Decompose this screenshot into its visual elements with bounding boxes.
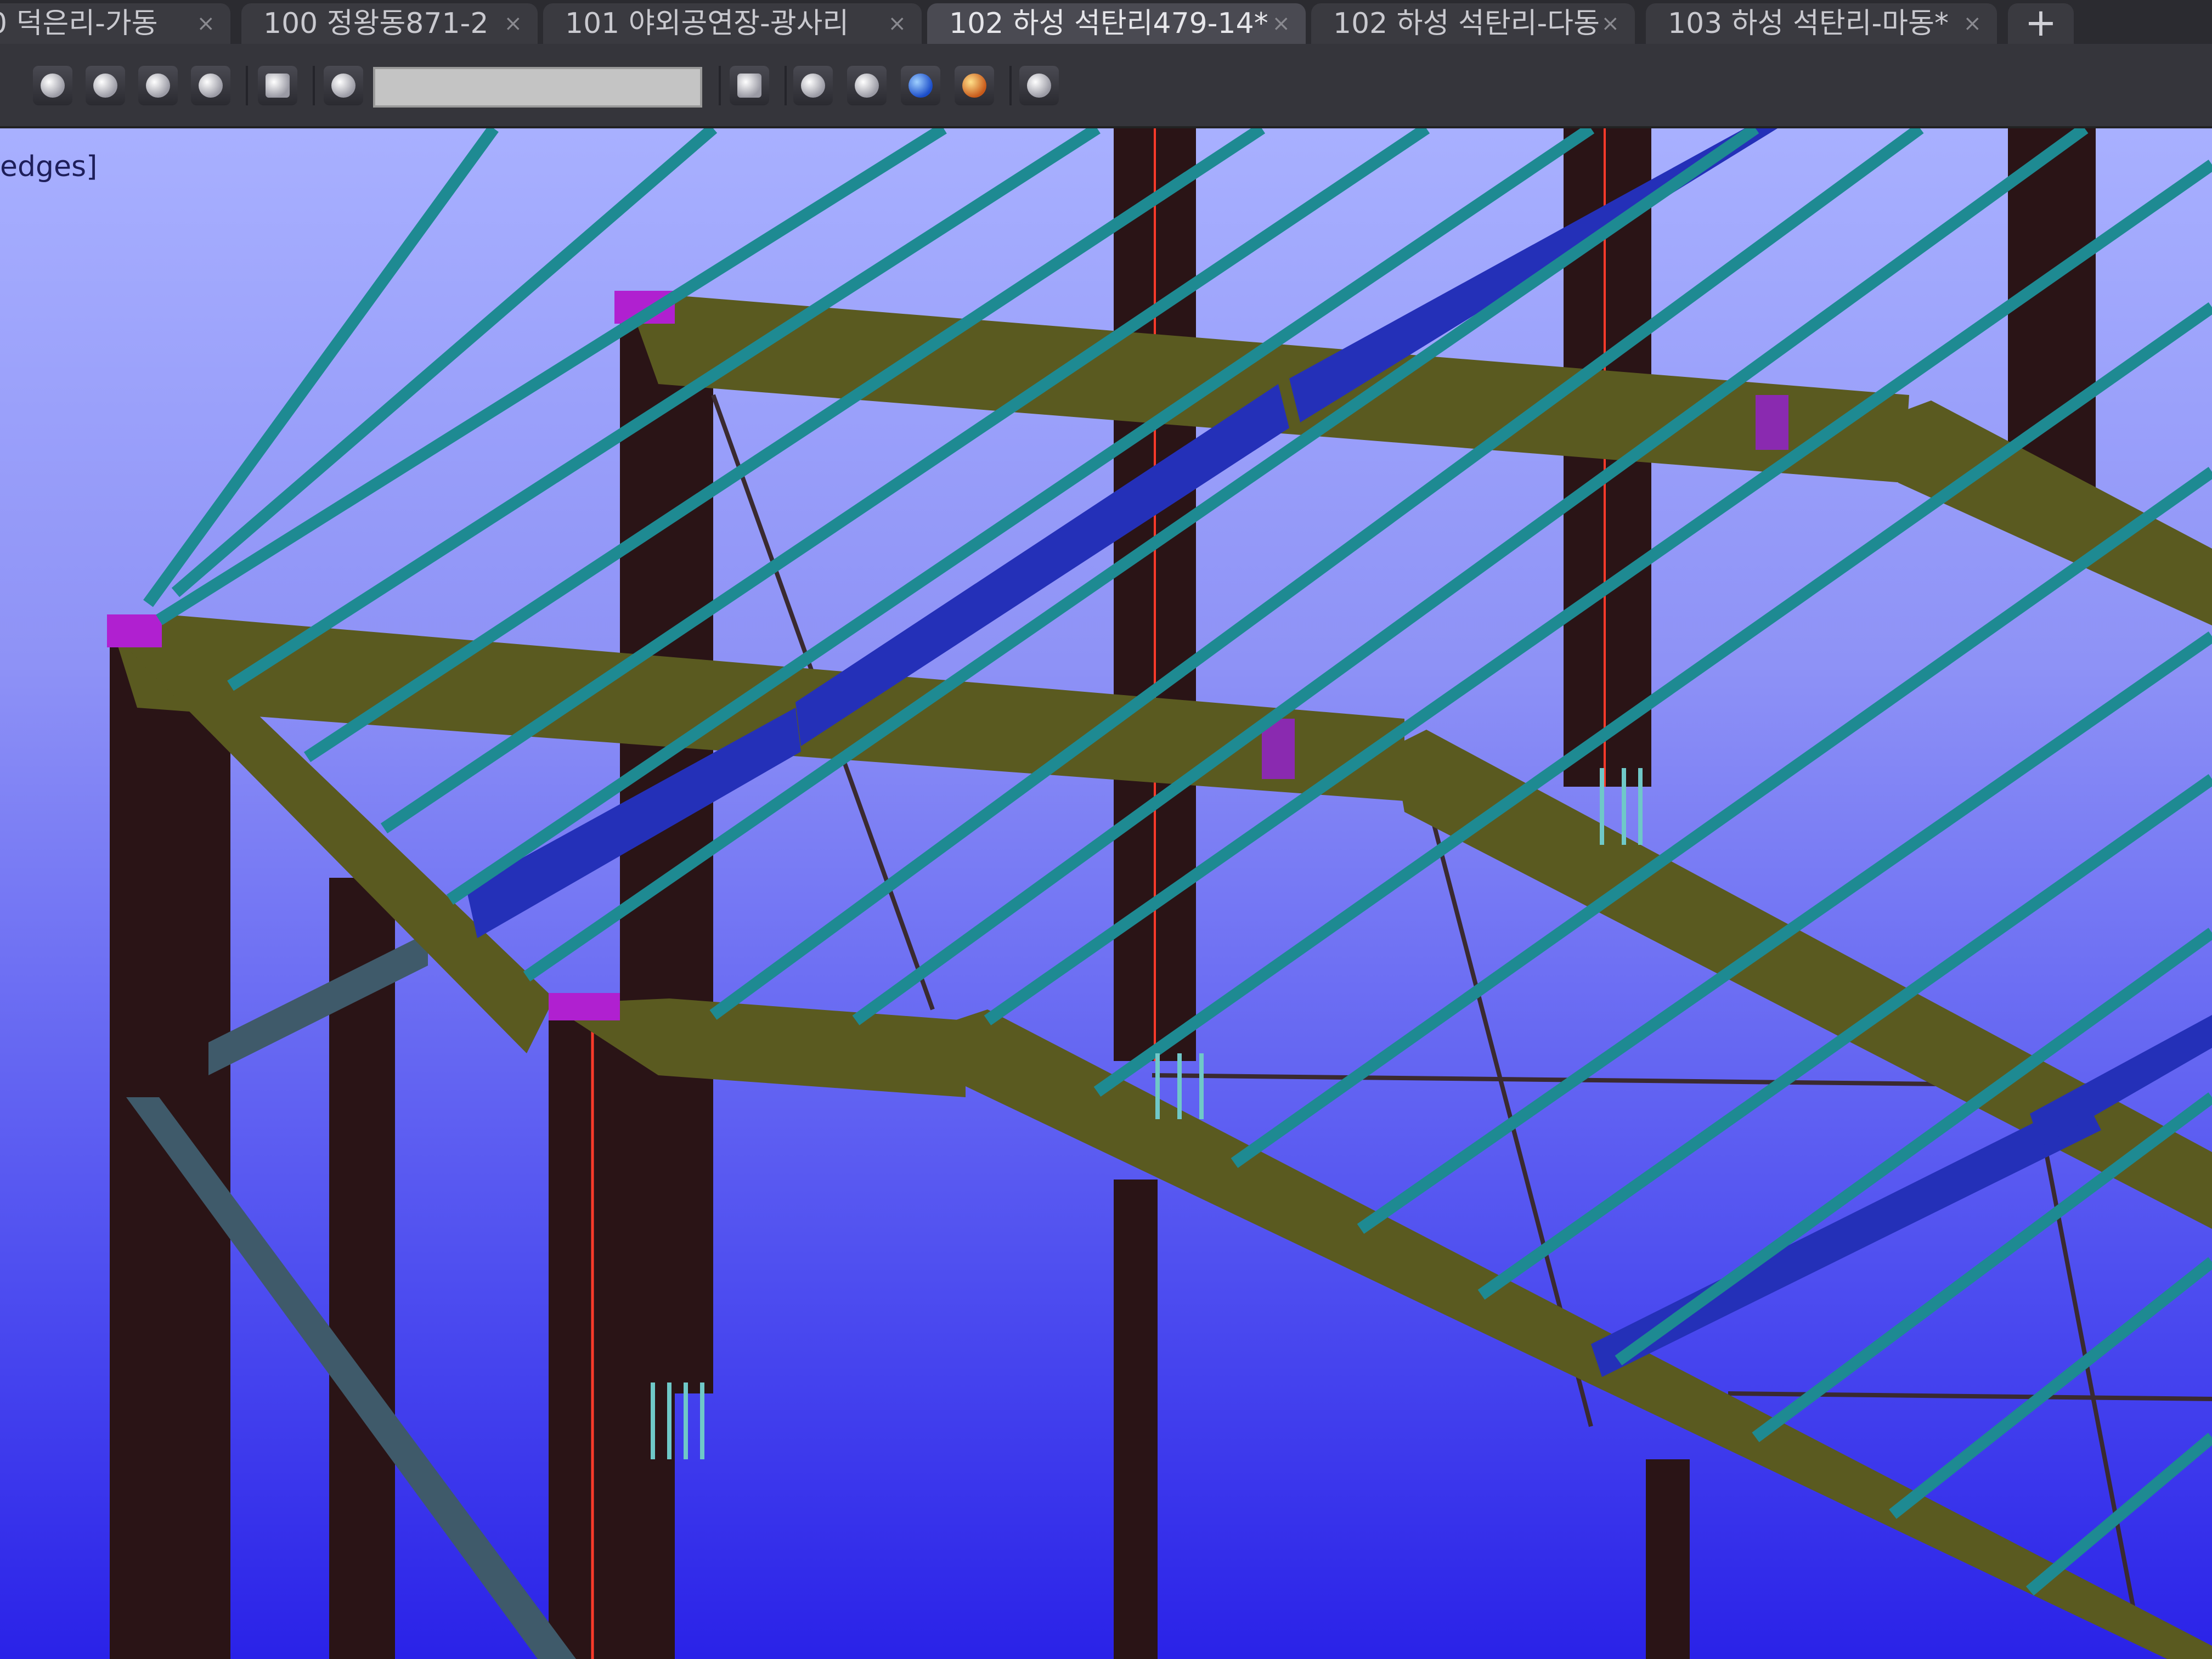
tab-0[interactable]: 0 덕은리-가동 × [0, 3, 230, 44]
close-tab-icon[interactable]: × [196, 3, 215, 44]
render-white2-icon[interactable] [847, 66, 887, 105]
view-iso-icon[interactable] [191, 66, 230, 105]
tab-label: 102 하성 석탄리479-14* [949, 7, 1268, 40]
tab-1[interactable]: 100 정왕동871-2 × [241, 3, 538, 44]
tab-bar: 0 덕은리-가동 × 100 정왕동871-2 × 101 야외공연장-광사리 … [0, 0, 2212, 44]
column [1646, 1459, 1690, 1659]
tab-label: 103 하성 석탄리-마동* [1668, 7, 1949, 40]
refresh-view-icon[interactable] [730, 66, 769, 105]
view-side-icon[interactable] [86, 66, 125, 105]
filter-icon[interactable] [324, 66, 363, 105]
tab-label: 0 덕은리-가동 [0, 7, 158, 40]
toolbar-divider [313, 66, 315, 105]
close-tab-icon[interactable]: × [1963, 3, 1982, 44]
column [1114, 1180, 1158, 1659]
close-tab-icon[interactable]: × [504, 3, 522, 44]
toolbar [0, 44, 2212, 128]
close-tab-icon[interactable]: × [1272, 3, 1290, 44]
close-tab-icon[interactable]: × [888, 3, 906, 44]
toolbar-divider [1009, 66, 1012, 105]
tab-2[interactable]: 101 야외공연장-광사리 × [543, 3, 922, 44]
toolbar-divider [719, 66, 721, 105]
layer-icon[interactable] [1019, 66, 1059, 105]
close-tab-icon[interactable]: × [1601, 3, 1620, 44]
render-blue-icon[interactable] [901, 66, 940, 105]
tab-label: 101 야외공연장-광사리 [565, 7, 849, 40]
render-gold-icon[interactable] [955, 66, 994, 105]
purlin [1231, 467, 2212, 1168]
steel-frame-model [107, 128, 2212, 1659]
corner-column [549, 1004, 675, 1659]
connection-plate [1756, 395, 1788, 450]
tab-label: 102 하성 석탄리-다동 [1333, 7, 1600, 40]
toolbar-divider [785, 66, 787, 105]
tab-4[interactable]: 102 하성 석탄리-다동 × [1311, 3, 1635, 44]
render-white-icon[interactable] [793, 66, 833, 105]
toolbar-divider [246, 66, 248, 105]
tab-3-active[interactable]: 102 하성 석탄리479-14* × [927, 3, 1306, 44]
filter-input[interactable] [373, 67, 702, 108]
tab-5[interactable]: 103 하성 석탄리-마동* × [1646, 3, 1997, 44]
camera-icon[interactable] [258, 66, 297, 105]
view-top-icon[interactable] [138, 66, 178, 105]
app-window: 0 덕은리-가동 × 100 정왕동871-2 × 101 야외공연장-광사리 … [0, 0, 2212, 1659]
tab-label: 100 정왕동871-2 [263, 7, 489, 40]
connection-plate [549, 993, 620, 1020]
view-front-icon[interactable] [33, 66, 72, 105]
3d-viewport[interactable]: edges] [0, 128, 2212, 1659]
purlin [2025, 1432, 2212, 1596]
new-tab-button[interactable]: + [2008, 3, 2074, 44]
rafter-beam [1393, 730, 2212, 1229]
connection-plate [107, 614, 162, 647]
